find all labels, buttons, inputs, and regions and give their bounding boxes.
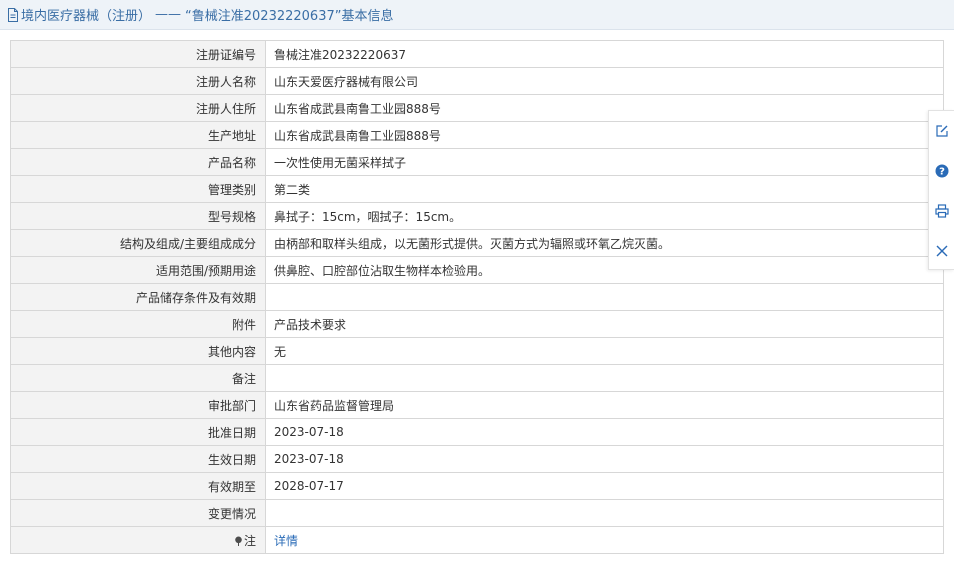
field-label: 审批部门	[10, 391, 266, 419]
field-label: 注册人住所	[10, 94, 266, 122]
note-label: 注	[243, 533, 256, 548]
info-row: 适用范围/预期用途 供鼻腔、口腔部位沾取生物样本检验用。	[10, 256, 944, 284]
info-row: 管理类别 第二类	[10, 175, 944, 203]
info-row: 生产地址 山东省成武县南鲁工业园888号	[10, 121, 944, 149]
info-row: 批准日期 2023-07-18	[10, 418, 944, 446]
field-value: 2028-07-17	[265, 472, 944, 500]
field-label: 生效日期	[10, 445, 266, 473]
info-row: 结构及组成/主要组成成分 由柄部和取样头组成，以无菌形式提供。灭菌方式为辐照或环氧…	[10, 229, 944, 257]
info-row: 有效期至 2028-07-17	[10, 472, 944, 500]
field-label: 批准日期	[10, 418, 266, 446]
field-label: 管理类别	[10, 175, 266, 203]
field-label: 适用范围/预期用途	[10, 256, 266, 284]
field-label: 结构及组成/主要组成成分	[10, 229, 266, 257]
info-row: 产品名称 一次性使用无菌采样拭子	[10, 148, 944, 176]
info-row: 生效日期 2023-07-18	[10, 445, 944, 473]
field-value: 鲁械注准20232220637	[265, 40, 944, 68]
field-value: 山东天爱医疗器械有限公司	[265, 67, 944, 95]
close-button[interactable]	[933, 242, 951, 260]
field-label: 注册证编号	[10, 40, 266, 68]
pin-icon	[235, 536, 242, 546]
breadcrumb-category-link[interactable]: 境内医疗器械（注册）	[21, 5, 151, 24]
field-value: 山东省成武县南鲁工业园888号	[265, 121, 944, 149]
field-value: 2023-07-18	[265, 445, 944, 473]
breadcrumb-separator: ——	[155, 7, 182, 22]
field-value: 第二类	[265, 175, 944, 203]
field-label: 变更情况	[10, 499, 266, 527]
details-link[interactable]: 详情	[274, 534, 298, 548]
field-label: 有效期至	[10, 472, 266, 500]
field-value: 鼻拭子：15cm，咽拭子：15cm。	[265, 202, 944, 230]
info-row: 型号规格 鼻拭子：15cm，咽拭子：15cm。	[10, 202, 944, 230]
note-value-cell: 详情	[265, 526, 944, 554]
svg-text:?: ?	[939, 167, 945, 178]
field-value: 供鼻腔、口腔部位沾取生物样本检验用。	[265, 256, 944, 284]
field-label: 备注	[10, 364, 266, 392]
field-value: 山东省药品监督管理局	[265, 391, 944, 419]
field-value: 无	[265, 337, 944, 365]
info-row: 注册人名称 山东天爱医疗器械有限公司	[10, 67, 944, 95]
field-label: 产品储存条件及有效期	[10, 283, 266, 311]
edit-button[interactable]	[933, 122, 951, 140]
print-icon	[935, 204, 949, 218]
field-value: 2023-07-18	[265, 418, 944, 446]
field-label: 产品名称	[10, 148, 266, 176]
note-label-cell: 注	[10, 526, 266, 554]
field-label: 注册人名称	[10, 67, 266, 95]
help-icon: ?	[935, 164, 949, 178]
side-toolbar: ?	[928, 110, 954, 270]
field-label: 附件	[10, 310, 266, 338]
info-row: 备注	[10, 364, 944, 392]
field-value: 一次性使用无菌采样拭子	[265, 148, 944, 176]
help-button[interactable]: ?	[933, 162, 951, 180]
field-value	[265, 283, 944, 311]
field-value: 产品技术要求	[265, 310, 944, 338]
note-row: 注 详情	[10, 526, 944, 554]
page-title: “鲁械注准20232220637”基本信息	[185, 9, 394, 24]
info-row: 变更情况	[10, 499, 944, 527]
field-value: 山东省成武县南鲁工业园888号	[265, 94, 944, 122]
page-header: 境内医疗器械（注册） —— “鲁械注准20232220637”基本信息	[0, 0, 954, 30]
field-value	[265, 364, 944, 392]
info-row: 其他内容无	[10, 337, 944, 365]
info-row: 审批部门 山东省药品监督管理局	[10, 391, 944, 419]
field-label: 型号规格	[10, 202, 266, 230]
edit-icon	[936, 125, 948, 137]
print-button[interactable]	[933, 202, 951, 220]
close-icon	[936, 245, 948, 257]
field-value	[265, 499, 944, 527]
info-row: 注册证编号 鲁械注准20232220637	[10, 40, 944, 68]
info-row: 产品储存条件及有效期	[10, 283, 944, 311]
basic-info-table: 注册证编号 鲁械注准20232220637 注册人名称 山东天爱医疗器械有限公司 注册人…	[10, 40, 944, 554]
info-row: 注册人住所 山东省成武县南鲁工业园888号	[10, 94, 944, 122]
document-icon	[8, 7, 18, 22]
field-value: 由柄部和取样头组成，以无菌形式提供。灭菌方式为辐照或环氧乙烷灭菌。	[265, 229, 944, 257]
field-label: 其他内容	[10, 337, 266, 365]
info-row: 附件 产品技术要求	[10, 310, 944, 338]
field-label: 生产地址	[10, 121, 266, 149]
